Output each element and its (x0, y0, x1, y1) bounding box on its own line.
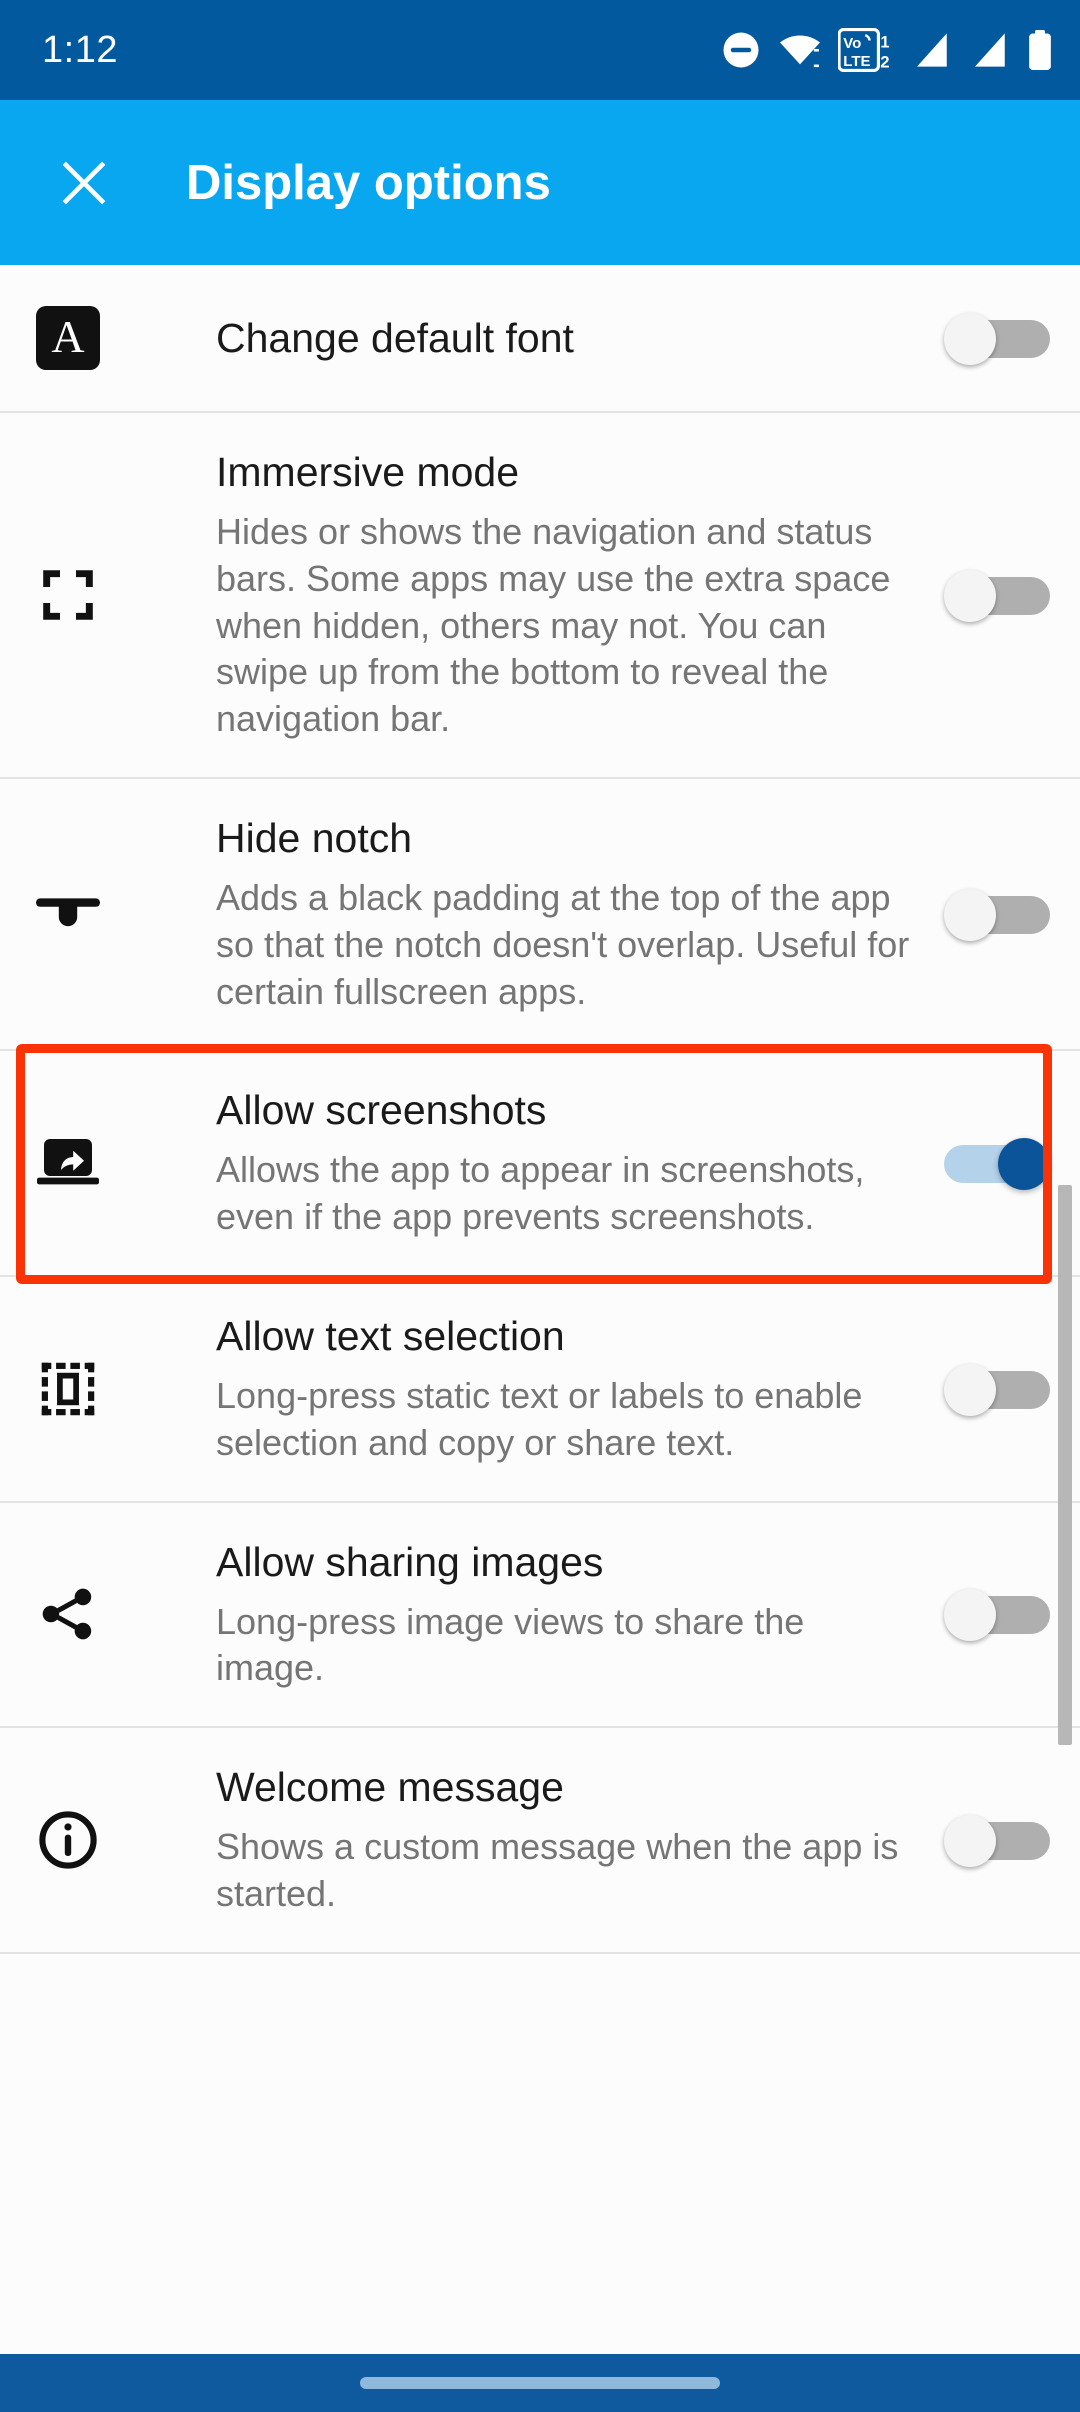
status-bar-icons: Vo LTE 1 2 (720, 28, 1054, 72)
row-toggle-slot[interactable] (914, 1589, 1080, 1642)
row-icon-slot (0, 1808, 136, 1872)
setting-row-welcome-message[interactable]: Welcome message Shows a custom message w… (0, 1728, 1080, 1954)
wifi-icon (780, 35, 820, 68)
signal-sim2-icon (975, 33, 1005, 67)
fullscreen-corners-icon (43, 570, 93, 620)
toggle-allow-text-selection[interactable] (944, 1363, 1050, 1416)
toggle-allow-screenshots[interactable] (944, 1138, 1050, 1191)
row-icon-slot (0, 888, 136, 940)
text-selection-icon (41, 1362, 95, 1416)
setting-title: Hide notch (216, 815, 413, 862)
row-icon-slot (0, 1135, 136, 1191)
row-toggle-slot[interactable] (914, 1815, 1080, 1868)
setting-title: Welcome message (216, 1764, 564, 1811)
row-text-block: Change default font (136, 265, 914, 411)
setting-title: Allow screenshots (216, 1087, 547, 1134)
setting-row-allow-screenshots[interactable]: Allow screenshots Allows the app to appe… (0, 1051, 1080, 1278)
setting-title: Allow text selection (216, 1313, 565, 1360)
row-text-block: Allow screenshots Allows the app to appe… (136, 1051, 914, 1275)
row-toggle-slot[interactable] (914, 313, 1080, 365)
screenshot-share-icon (37, 1139, 99, 1185)
row-text-block: Allow text selection Long-press static t… (136, 1277, 914, 1501)
signal-sim1-icon (917, 33, 947, 67)
setting-row-change-default-font[interactable]: A Change default font (0, 265, 1080, 414)
navigation-bar (0, 2354, 1080, 2412)
row-toggle-slot[interactable] (914, 1138, 1080, 1191)
status-bar: 1:12 Vo LTE 1 2 (0, 0, 1080, 100)
status-bar-clock: 1:12 (42, 29, 118, 71)
setting-description: Shows a custom message when the app is s… (216, 1826, 899, 1915)
page-title: Display options (186, 155, 551, 210)
row-icon-slot (0, 1358, 136, 1420)
setting-description: Allows the app to appear in screenshots,… (216, 1149, 865, 1238)
row-text-block: Immersive mode Hides or shows the naviga… (136, 413, 914, 777)
app-bar: Display options (0, 100, 1080, 265)
row-icon-slot: A (0, 306, 136, 370)
svg-text:1: 1 (880, 33, 889, 51)
row-toggle-slot[interactable] (914, 570, 1080, 623)
toggle-allow-sharing-images[interactable] (944, 1589, 1050, 1642)
setting-title: Allow sharing images (216, 1538, 604, 1585)
toggle-thumb (944, 1363, 996, 1416)
toggle-thumb (944, 1815, 996, 1868)
toggle-hide-notch[interactable] (944, 889, 1050, 942)
share-icon (42, 1589, 92, 1640)
info-icon (39, 1811, 97, 1869)
row-text-block: Welcome message Shows a custom message w… (136, 1728, 914, 1952)
setting-row-immersive-mode[interactable]: Immersive mode Hides or shows the naviga… (0, 413, 1080, 780)
volte-icon: Vo LTE 1 2 (838, 28, 890, 72)
row-text-block: Hide notch Adds a black padding at the t… (136, 779, 914, 1049)
close-icon (62, 161, 106, 204)
row-text-block: Allow sharing images Long-press image vi… (136, 1503, 914, 1727)
toggle-immersive-mode[interactable] (944, 570, 1050, 623)
close-button[interactable] (52, 151, 116, 215)
toggle-thumb (998, 1138, 1050, 1191)
row-toggle-slot[interactable] (914, 889, 1080, 942)
do-not-disturb-icon (723, 32, 759, 68)
toggle-thumb (944, 313, 996, 365)
setting-row-hide-notch[interactable]: Hide notch Adds a black padding at the t… (0, 779, 1080, 1052)
settings-list[interactable]: A Change default font Immersive mode Hid… (0, 265, 1080, 2377)
setting-row-allow-text-selection[interactable]: Allow text selection Long-press static t… (0, 1277, 1080, 1503)
row-toggle-slot[interactable] (914, 1363, 1080, 1416)
setting-description: Long-press image views to share the imag… (216, 1600, 805, 1689)
battery-icon (1029, 30, 1051, 70)
toggle-change-default-font[interactable] (944, 313, 1050, 365)
setting-row-allow-sharing-images[interactable]: Allow sharing images Long-press image vi… (0, 1502, 1080, 1729)
toggle-thumb (944, 889, 996, 942)
setting-title: Change default font (216, 315, 574, 361)
svg-text:LTE: LTE (843, 53, 870, 70)
svg-text:2: 2 (880, 53, 889, 71)
setting-description: Hides or shows the navigation and status… (216, 511, 891, 740)
phone-screen: 1:12 Vo LTE 1 2 Display options A Change… (0, 0, 1080, 2412)
vertical-scrollbar[interactable] (1058, 1185, 1072, 1746)
home-gesture-pill[interactable] (360, 2377, 720, 2389)
row-icon-slot (0, 1582, 136, 1646)
row-icon-slot (0, 563, 136, 627)
toggle-thumb (944, 570, 996, 623)
toggle-welcome-message[interactable] (944, 1815, 1050, 1868)
setting-description: Adds a black padding at the top of the a… (216, 877, 910, 1012)
font-a-icon: A (36, 306, 100, 370)
notch-icon (36, 898, 100, 927)
setting-description: Long-press static text or labels to enab… (216, 1375, 863, 1463)
setting-title: Immersive mode (216, 449, 520, 496)
svg-text:Vo: Vo (843, 35, 861, 52)
